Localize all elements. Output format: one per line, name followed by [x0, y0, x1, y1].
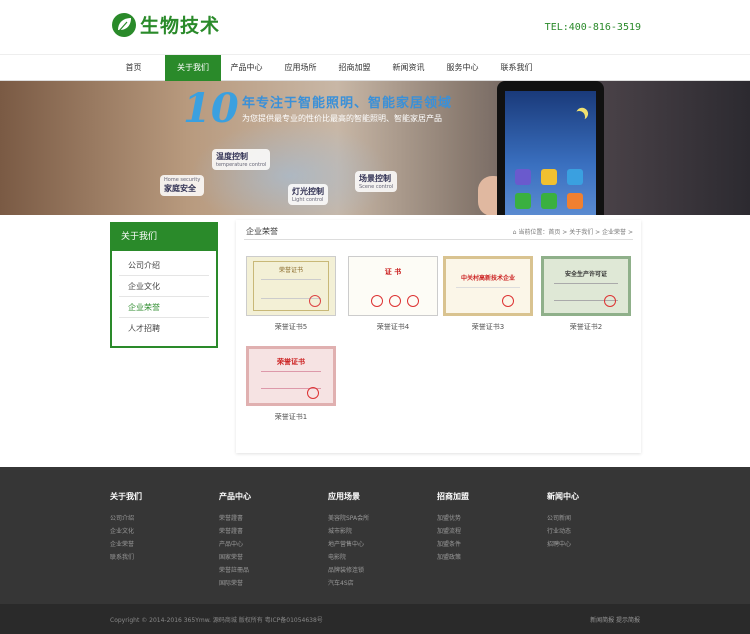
footer-right-links[interactable]: 新闻简报 提示简报	[590, 615, 640, 624]
certificate-image[interactable]: 安全生产许可证	[541, 256, 631, 316]
logo-text: 生物技术	[140, 15, 221, 37]
footer: 关于我们 公司介绍 企业文化 企业荣誉 联系我们 产品中心 荣誉證書 荣誉證書 …	[0, 467, 750, 604]
banner-subtitle: 为您提供最专业的性价比最高的智能照明、智能家居产品	[242, 114, 442, 123]
certificate-image[interactable]: 荣誉证书	[246, 346, 336, 406]
footer-col-franchise: 招商加盟 加盟优势 加盟流程 加盟条件 加盟政策	[437, 491, 469, 564]
footer-link[interactable]: 加盟政策	[437, 551, 469, 564]
footer-link[interactable]: 品牌装修连锁	[328, 564, 369, 577]
app-tile-icon	[567, 193, 583, 209]
footer-link[interactable]: 企业荣誉	[110, 538, 142, 551]
honor-item[interactable]: 荣誉证书 荣誉证书5	[246, 256, 336, 332]
certificate-image[interactable]: 中关村高新技术企业	[443, 256, 533, 316]
banner-number: 10	[183, 85, 239, 132]
nav-service[interactable]: 服务中心	[440, 55, 485, 81]
content-panel: 企业荣誉 ⌂ 当前位置：首页 > 关于我们 > 企业荣誉 > 荣誉证书 荣誉证书…	[236, 220, 641, 453]
breadcrumb: ⌂ 当前位置：首页 > 关于我们 > 企业荣誉 >	[512, 229, 633, 236]
honor-label[interactable]: 荣誉证书4	[348, 322, 438, 332]
scene-control-bubble: 场景控制 Scene control	[355, 171, 398, 192]
nav-applications[interactable]: 应用场所	[278, 55, 323, 81]
copyright-text: Copyright © 2014-2016 365Ymw. 源码商城 版权所有 …	[110, 617, 323, 624]
light-control-bubble: 灯光控制 Light control	[288, 184, 328, 205]
footer-link[interactable]: 荣誉證書	[219, 525, 251, 538]
sidebar-item-culture[interactable]: 企业文化	[119, 276, 209, 297]
footer-link[interactable]: 公司新闻	[547, 512, 579, 525]
copyright-bar: Copyright © 2014-2016 365Ymw. 源码商城 版权所有 …	[0, 604, 750, 634]
nav-news[interactable]: 新闻资讯	[386, 55, 431, 81]
footer-link[interactable]: 美容院SPA会所	[328, 512, 369, 525]
honor-label[interactable]: 荣誉证书3	[443, 322, 533, 332]
leaf-logo-icon	[111, 12, 137, 38]
footer-link[interactable]: 电影院	[328, 551, 369, 564]
honor-item[interactable]: 中关村高新技术企业 荣誉证书3	[443, 256, 533, 332]
footer-link[interactable]: 城市影院	[328, 525, 369, 538]
footer-link[interactable]: 国际荣誉	[219, 577, 251, 590]
nav-home[interactable]: 首页	[111, 55, 156, 81]
honor-item[interactable]: 安全生产许可证 荣誉证书2	[541, 256, 631, 332]
honor-label[interactable]: 荣誉证书1	[246, 412, 336, 422]
certificate-image[interactable]: 证 书	[348, 256, 438, 316]
banner-title: 年专注于智能照明、智能家居领域	[242, 96, 453, 111]
logo[interactable]: 生物技术	[111, 11, 220, 38]
sidebar-item-company-intro[interactable]: 公司介绍	[119, 255, 209, 276]
footer-link[interactable]: 汽车4S店	[328, 577, 369, 590]
footer-link[interactable]: 地产营售中心	[328, 538, 369, 551]
phone-number: TEL:400-816-3519	[544, 22, 641, 33]
footer-link[interactable]: 荣誉註冊品	[219, 564, 251, 577]
certificate-image[interactable]: 荣誉证书	[246, 256, 336, 316]
sidebar-title: 关于我们	[112, 224, 216, 251]
nav-products[interactable]: 产品中心	[224, 55, 269, 81]
sidebar: 关于我们 公司介绍 企业文化 企业荣誉 人才招聘	[110, 222, 218, 348]
footer-link[interactable]: 产品中心	[219, 538, 251, 551]
footer-link[interactable]: 加盟流程	[437, 525, 469, 538]
moon-icon	[571, 109, 586, 124]
app-tile-icon	[567, 169, 583, 185]
app-tile-icon	[541, 193, 557, 209]
footer-link[interactable]: 行业动态	[547, 525, 579, 538]
nav-franchise[interactable]: 招商加盟	[332, 55, 377, 81]
honor-item[interactable]: 荣誉证书 荣誉证书1	[246, 346, 336, 422]
footer-link[interactable]: 加盟优势	[437, 512, 469, 525]
footer-col-applications: 应用场景 美容院SPA会所 城市影院 地产营售中心 电影院 品牌装修连锁 汽车4…	[328, 491, 369, 590]
temperature-control-bubble: 温度控制 temperature control	[212, 149, 271, 170]
footer-link[interactable]: 联系我们	[110, 551, 142, 564]
footer-link[interactable]: 加盟条件	[437, 538, 469, 551]
nav-about[interactable]: 关于我们	[165, 55, 221, 81]
footer-col-products: 产品中心 荣誉證書 荣誉證書 产品中心 国家荣誉 荣誉註冊品 国际荣誉	[219, 491, 251, 590]
app-tile-icon	[515, 169, 531, 185]
hero-banner: 10 年专注于智能照明、智能家居领域 为您提供最专业的性价比最高的智能照明、智能…	[0, 81, 750, 215]
smartphone-image	[497, 81, 604, 215]
home-security-bubble: Home security 家庭安全	[160, 175, 205, 196]
footer-col-about: 关于我们 公司介绍 企业文化 企业荣誉 联系我们	[110, 491, 142, 564]
phone-screen	[505, 91, 596, 215]
footer-col-news: 新闻中心 公司新闻 行业动态 招聘中心	[547, 491, 579, 551]
footer-link[interactable]: 招聘中心	[547, 538, 579, 551]
main-nav: 首页 关于我们 产品中心 应用场所 招商加盟 新闻资讯 服务中心 联系我们	[0, 54, 750, 81]
app-tile-icon	[515, 193, 531, 209]
footer-link[interactable]: 荣誉證書	[219, 512, 251, 525]
content-header: 企业荣誉 ⌂ 当前位置：首页 > 关于我们 > 企业荣誉 >	[244, 226, 633, 240]
honor-item[interactable]: 证 书 荣誉证书4	[348, 256, 438, 332]
honor-label[interactable]: 荣誉证书5	[246, 322, 336, 332]
nav-contact[interactable]: 联系我们	[494, 55, 539, 81]
honor-label[interactable]: 荣誉证书2	[541, 322, 631, 332]
sidebar-item-recruitment[interactable]: 人才招聘	[119, 318, 209, 339]
footer-link[interactable]: 企业文化	[110, 525, 142, 538]
header: 生物技术 TEL:400-816-3519	[0, 0, 750, 54]
app-tile-icon	[541, 169, 557, 185]
footer-link[interactable]: 国家荣誉	[219, 551, 251, 564]
sidebar-item-honors[interactable]: 企业荣誉	[119, 297, 209, 318]
footer-link[interactable]: 公司介绍	[110, 512, 142, 525]
content-title: 企业荣誉	[246, 227, 278, 236]
